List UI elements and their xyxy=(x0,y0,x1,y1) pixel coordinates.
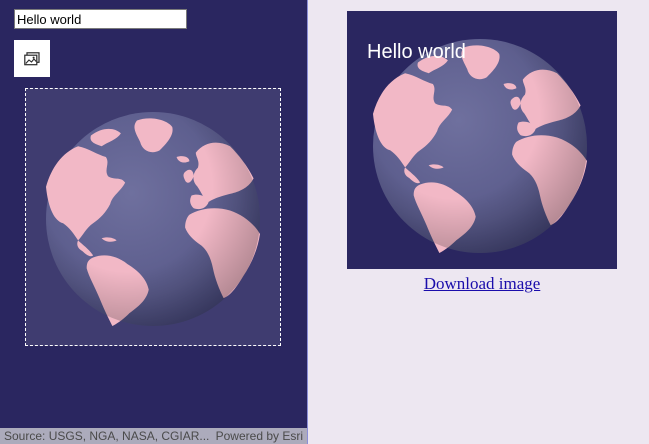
image-icon xyxy=(24,51,40,65)
globe[interactable] xyxy=(46,112,260,326)
download-image-link[interactable]: Download image xyxy=(347,274,617,294)
attribution-source: Source: USGS, NGA, NASA, CGIAR... xyxy=(4,429,210,443)
attribution-powered-by[interactable]: Powered by Esri xyxy=(216,428,303,444)
preview-globe xyxy=(373,39,587,253)
overlay-text-input[interactable] xyxy=(14,9,187,29)
screenshot-button[interactable] xyxy=(14,40,50,77)
preview-overlay-text: Hello world xyxy=(367,41,466,63)
map-view[interactable]: Source: USGS, NGA, NASA, CGIAR... Powere… xyxy=(0,0,308,444)
map-attribution: Source: USGS, NGA, NASA, CGIAR... Powere… xyxy=(0,428,307,444)
screenshot-preview: Hello world xyxy=(347,11,617,269)
